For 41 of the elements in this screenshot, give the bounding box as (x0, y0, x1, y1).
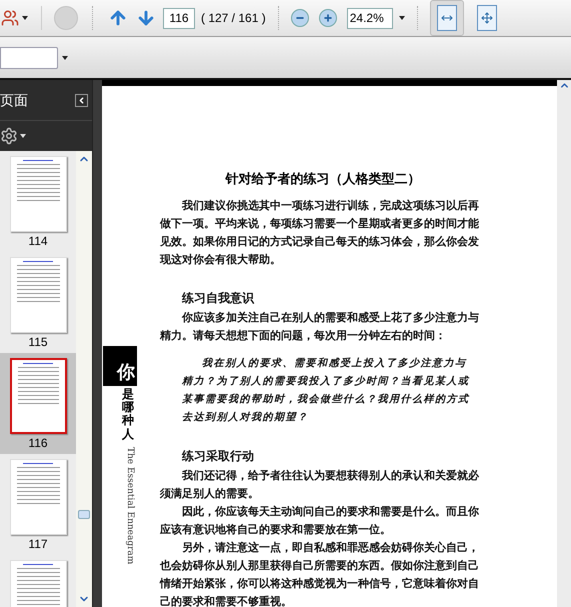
side-title: 是哪种人 (122, 388, 134, 441)
page-title: 针对给予者的练习（人格类型二） (224, 170, 422, 188)
zoom-out-button[interactable] (290, 9, 309, 27)
four-way-arrows-icon (480, 12, 493, 24)
body-paragraph: 你应该多加关注自己在别人的需要和感受上花了多少注意力与精力。请每天想想下面的问题，每次用一分钟左右的时间： (160, 310, 480, 344)
page-number-label: 115 (28, 334, 48, 350)
plus-icon (322, 13, 333, 23)
section-heading: 练习自我意识 (180, 290, 256, 306)
page-thumbnail-item[interactable]: 116 (0, 353, 76, 454)
page-thumbnail-item[interactable]: 115 (0, 252, 76, 353)
page-number-label: 116 (28, 435, 48, 451)
caret-icon (398, 16, 405, 20)
page-number-label: 114 (28, 233, 48, 249)
page-count-label: ( 127 / 161 ) (201, 10, 266, 27)
page-thumbnail-item[interactable]: 117 (0, 454, 76, 555)
quote-paragraph: 我在别人的要求、需要和感受上投入了多少注意力与精力？为了别人的需要我投入了多少时间？当看见某人或某事需要我的帮助时，我会做些什么？我用什么样的方式去达到别人对我的期望？ (182, 356, 470, 424)
page-number-field[interactable]: 116 (163, 8, 195, 28)
caret-icon (62, 56, 68, 60)
side-tab-character: 你 (103, 346, 137, 386)
body-paragraph: 我们建议你挑选其中一项练习进行训练，完成这项练习以后再做下一项。平均来说，每项练习需要一个星期或者更多的时间才能见效。如果你用日记的方式记录自己每天的练习体会，那么你会发现这对你会有很大帮助。 (160, 198, 480, 268)
body-paragraph: 我们还记得，给予者往往认为要想获得别人的承认和关爱就必须满足别人的需要。 (160, 468, 480, 502)
section-heading: 练习采取行动 (180, 448, 255, 464)
collapse-button[interactable] (75, 94, 88, 106)
page-thumbnail-item[interactable]: 114 (0, 151, 76, 252)
side-subtitle: The Essential Enneagram (124, 446, 136, 564)
body-paragraph: 因此，你应该每天主动询问自己的要求和需要是什么。而且你应该有意识地将自己的要求和需要放在第一位。 (160, 504, 480, 538)
vertical-scrollbar[interactable] (76, 151, 92, 607)
people-icon (1, 9, 19, 27)
panel-title: 页面 (0, 90, 28, 110)
document-scrollbar[interactable] (557, 80, 571, 607)
dropdown-field[interactable] (0, 46, 58, 68)
settings-icon (0, 127, 18, 145)
caret-icon (20, 134, 26, 138)
zoom-in-button[interactable] (318, 9, 337, 27)
chevron-left-icon (77, 96, 86, 104)
zoom-field[interactable]: 24.2% (346, 8, 393, 28)
scroll-thumb[interactable] (78, 510, 90, 518)
caret-icon (22, 16, 28, 20)
page-number-label: 117 (28, 536, 48, 552)
fit-width-button[interactable] (430, 0, 464, 36)
body-paragraph: 另外，请注意这一点，即自私感和罪恶感会妨碍你关心自己，也会妨碍你从别人那里获得自己所需要的东西。假如你注意到自己情绪开始紧张，你可以将这种感觉视为一种信号，它意味着你对自己的要求和需要不够重视。 (160, 540, 480, 607)
